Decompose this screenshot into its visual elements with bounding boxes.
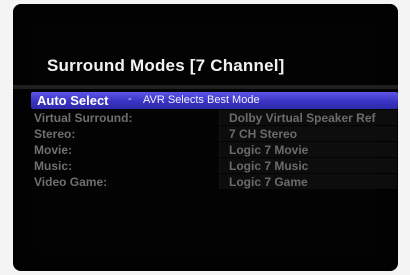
menu-item-movie[interactable]: Movie: Logic 7 Movie xyxy=(31,142,398,157)
title-divider xyxy=(13,85,398,89)
menu-item-video-game[interactable]: Video Game: Logic 7 Game xyxy=(31,174,398,189)
menu-item-stereo[interactable]: Stereo: 7 CH Stereo xyxy=(31,126,398,141)
stereo-value: 7 CH Stereo xyxy=(229,127,298,141)
auto-select-label: Auto Select xyxy=(37,93,109,108)
display-bezel: Surround Modes [7 Channel] Auto Select -… xyxy=(0,0,410,275)
menu-title: Surround Modes [7 Channel] xyxy=(47,56,285,75)
virtual-surround-value: Dolby Virtual Speaker Ref xyxy=(229,111,376,125)
osd-screen: Surround Modes [7 Channel] Auto Select -… xyxy=(13,4,398,271)
virtual-surround-label: Virtual Surround: xyxy=(34,111,133,125)
surround-mode-menu: Auto Select - AVR Selects Best Mode Virt… xyxy=(31,92,398,189)
menu-item-music[interactable]: Music: Logic 7 Music xyxy=(31,158,398,173)
auto-select-description: AVR Selects Best Mode xyxy=(143,94,260,106)
auto-select-separator: - xyxy=(128,93,132,105)
music-label: Music: xyxy=(34,159,73,173)
music-value: Logic 7 Music xyxy=(229,159,309,173)
movie-label: Movie: xyxy=(34,143,73,157)
movie-value: Logic 7 Movie xyxy=(229,143,309,157)
video-game-label: Video Game: xyxy=(34,175,108,189)
video-game-value: Logic 7 Game xyxy=(229,175,308,189)
menu-item-auto-select[interactable]: Auto Select - AVR Selects Best Mode xyxy=(31,92,398,109)
menu-item-virtual-surround[interactable]: Virtual Surround: Dolby Virtual Speaker … xyxy=(31,110,398,125)
stereo-label: Stereo: xyxy=(34,127,76,141)
